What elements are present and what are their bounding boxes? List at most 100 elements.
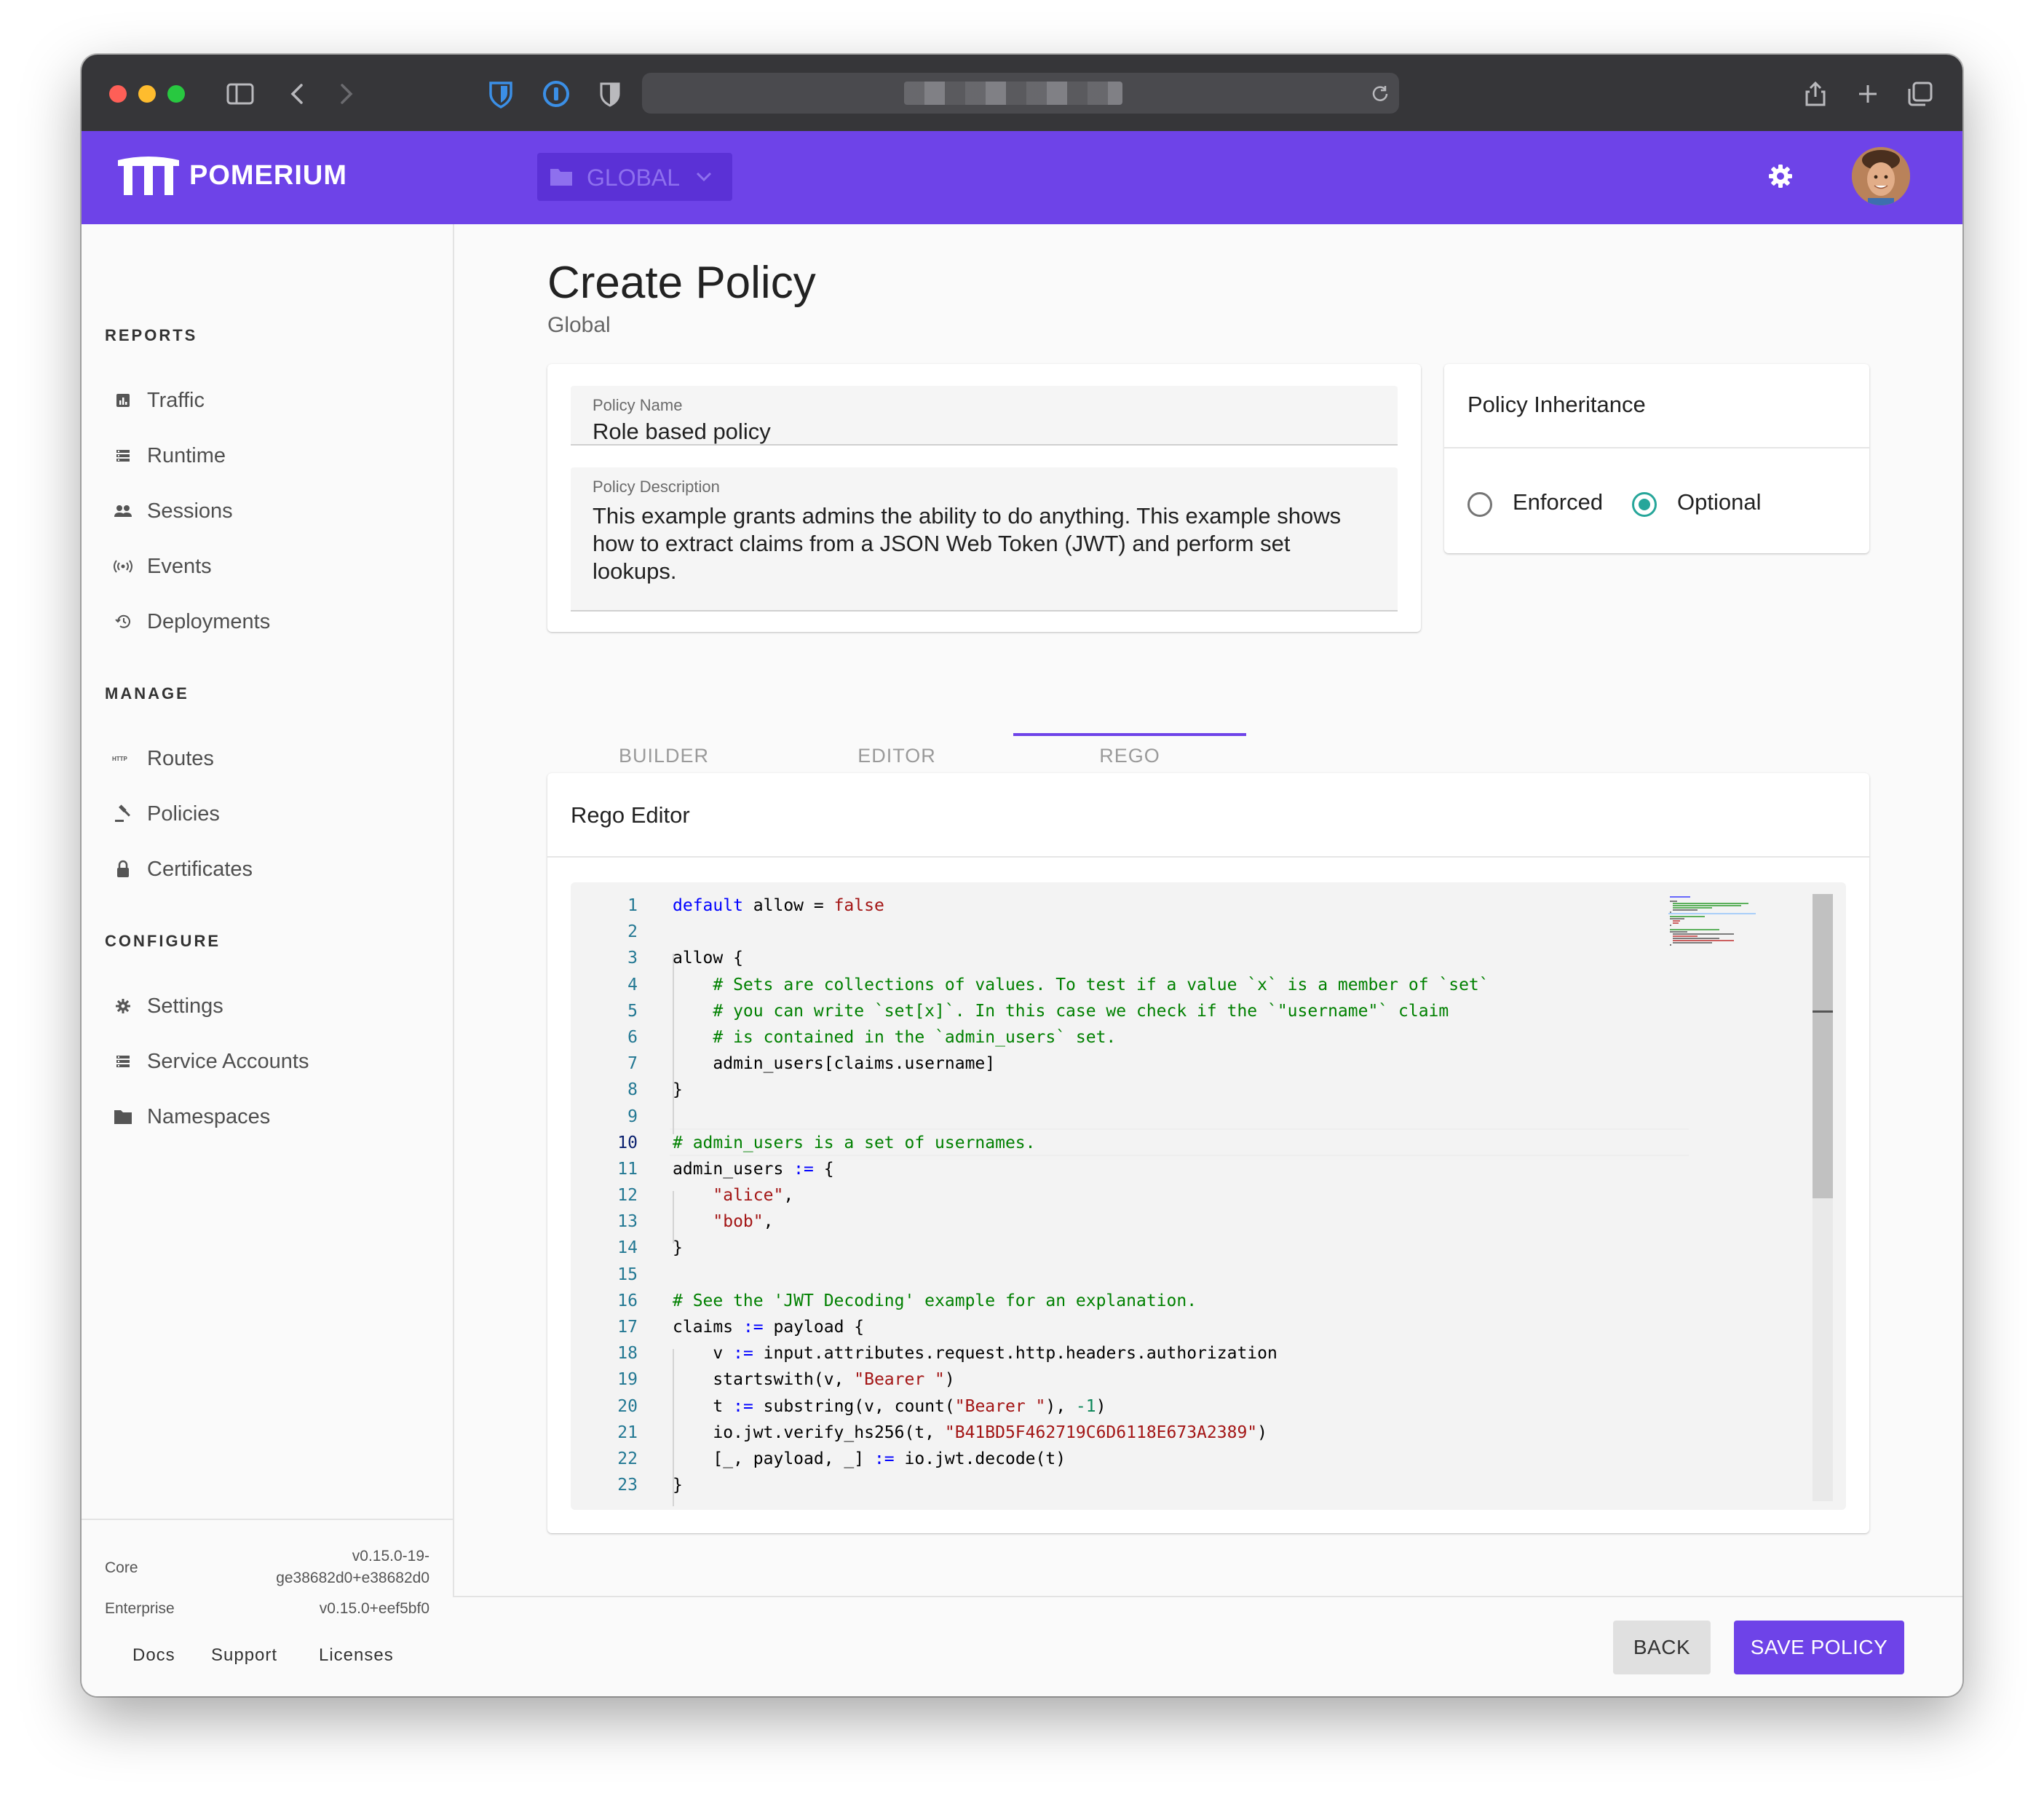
line-number: 9 xyxy=(627,1107,638,1126)
code-line[interactable] xyxy=(673,1262,1692,1288)
forward-arrow-icon[interactable] xyxy=(329,76,364,111)
policy-details-card: Policy Name Role based policy Policy Des… xyxy=(547,364,1421,632)
gavel-icon xyxy=(112,803,134,825)
section-reports: REPORTS xyxy=(105,326,198,344)
nav-item-traffic[interactable]: Traffic xyxy=(112,382,205,419)
back-button[interactable]: BACK xyxy=(1613,1621,1711,1674)
minimize-window-button[interactable] xyxy=(138,85,156,103)
tab-editor[interactable]: EDITOR xyxy=(780,745,1013,767)
nav-label: Policies xyxy=(147,802,220,826)
line-number: 13 xyxy=(617,1212,638,1232)
nav-item-events[interactable]: Events xyxy=(112,548,212,585)
tab-overview-icon[interactable] xyxy=(1903,76,1938,111)
line-numbers: 1 2 3 4 5 6 7 8 9 10 11 12 13 14 15 16 1… xyxy=(571,893,638,1498)
line-number: 6 xyxy=(627,1027,638,1047)
action-bar: BACK SAVE POLICY xyxy=(453,1596,1962,1696)
code-line[interactable]: # admin_users is a set of usernames. xyxy=(673,1130,1692,1156)
reload-icon[interactable] xyxy=(1370,83,1390,103)
code-line[interactable]: admin_users := { xyxy=(673,1156,1692,1182)
code-line[interactable]: admin_users[claims.username] xyxy=(673,1051,1692,1077)
back-arrow-icon[interactable] xyxy=(280,76,314,111)
privacy-shield-icon[interactable] xyxy=(593,76,627,111)
line-number: 1 xyxy=(627,896,638,915)
nav-item-certificates[interactable]: Certificates xyxy=(112,851,253,887)
page-subtitle: Global xyxy=(547,313,611,337)
code-line[interactable] xyxy=(673,919,1692,945)
address-bar[interactable] xyxy=(642,73,1399,114)
rego-editor-card: Rego Editor 1 2 3 4 5 6 7 8 9 10 11 12 1… xyxy=(547,773,1869,1533)
gear-icon xyxy=(112,995,134,1017)
storage-icon xyxy=(112,1051,134,1072)
licenses-link[interactable]: Licenses xyxy=(319,1645,394,1666)
bitwarden-shield-icon[interactable] xyxy=(483,76,518,111)
save-policy-button[interactable]: SAVE POLICY xyxy=(1734,1621,1904,1674)
code-line[interactable]: t := substring(v, count("Bearer "), -1) xyxy=(673,1393,1692,1420)
pomerium-logo-icon xyxy=(118,157,179,195)
code-content[interactable]: default allow = false allow { # Sets are… xyxy=(673,893,1692,1498)
nav-item-deployments[interactable]: Deployments xyxy=(112,604,270,640)
nav-item-routes[interactable]: HTTP Routes xyxy=(112,740,214,777)
nav-item-sessions[interactable]: Sessions xyxy=(112,493,233,529)
sidebar-toggle-icon[interactable] xyxy=(223,76,258,111)
editor-scrollbar-thumb[interactable] xyxy=(1813,894,1833,1198)
enforced-label[interactable]: Enforced xyxy=(1513,489,1603,515)
line-number: 18 xyxy=(617,1344,638,1364)
nav-item-runtime[interactable]: Runtime xyxy=(112,438,226,474)
code-line[interactable]: startswith(v, "Bearer ") xyxy=(673,1366,1692,1393)
line-number: 16 xyxy=(617,1291,638,1310)
close-window-button[interactable] xyxy=(109,85,127,103)
divider xyxy=(547,856,1869,858)
code-minimap[interactable] xyxy=(1668,894,1756,981)
code-editor[interactable]: 1 2 3 4 5 6 7 8 9 10 11 12 13 14 15 16 1… xyxy=(571,882,1846,1510)
zoom-window-button[interactable] xyxy=(167,85,185,103)
tab-builder[interactable]: BUILDER xyxy=(547,745,780,767)
nav-label: Namespaces xyxy=(147,1104,271,1128)
code-line[interactable]: # you can write `set[x]`. In this case w… xyxy=(673,998,1692,1024)
nav-label: Settings xyxy=(147,994,223,1018)
optional-radio[interactable] xyxy=(1632,492,1657,517)
line-number: 19 xyxy=(617,1370,638,1390)
code-line[interactable]: # See the 'JWT Decoding' example for an … xyxy=(673,1288,1692,1314)
namespace-selector[interactable]: GLOBAL xyxy=(537,153,732,201)
line-number: 10 xyxy=(617,1133,638,1152)
code-line[interactable]: allow { xyxy=(673,945,1692,971)
policy-description-field[interactable]: Policy Description This example grants a… xyxy=(571,467,1398,612)
code-line[interactable]: } xyxy=(673,1235,1692,1261)
policy-description-textarea[interactable]: This example grants admins the ability t… xyxy=(593,502,1376,585)
tab-rego[interactable]: REGO xyxy=(1013,745,1246,767)
bar-chart-icon xyxy=(112,389,134,411)
code-line[interactable]: } xyxy=(673,1472,1692,1498)
nav-item-policies[interactable]: Policies xyxy=(112,796,220,832)
code-line[interactable]: io.jwt.verify_hs256(t, "B41BD5F462719C6D… xyxy=(673,1420,1692,1446)
policy-name-field[interactable]: Policy Name Role based policy xyxy=(571,386,1398,446)
scroll-position-marker xyxy=(1813,1010,1833,1013)
line-number: 21 xyxy=(617,1423,638,1442)
nav-item-service-accounts[interactable]: Service Accounts xyxy=(112,1043,309,1080)
nav-item-namespaces[interactable]: Namespaces xyxy=(112,1099,270,1135)
blurred-url xyxy=(904,82,1122,105)
new-tab-icon[interactable] xyxy=(1850,76,1885,111)
docs-link[interactable]: Docs xyxy=(132,1645,175,1666)
code-line[interactable] xyxy=(673,1104,1692,1130)
settings-gear-icon[interactable] xyxy=(1763,159,1798,194)
user-avatar[interactable] xyxy=(1852,147,1910,205)
nav-item-settings[interactable]: Settings xyxy=(112,988,223,1024)
code-line[interactable]: } xyxy=(673,1077,1692,1103)
share-icon[interactable] xyxy=(1798,76,1833,111)
policy-name-input[interactable]: Role based policy xyxy=(593,418,1376,446)
nav-label: Events xyxy=(147,554,212,578)
optional-label[interactable]: Optional xyxy=(1677,489,1761,515)
code-line[interactable]: default allow = false xyxy=(673,893,1692,919)
code-line[interactable]: "alice", xyxy=(673,1182,1692,1208)
code-line[interactable]: v := input.attributes.request.http.heade… xyxy=(673,1340,1692,1366)
code-line[interactable]: claims := payload { xyxy=(673,1314,1692,1340)
namespace-label: GLOBAL xyxy=(587,165,681,191)
code-line[interactable]: # is contained in the `admin_users` set. xyxy=(673,1024,1692,1051)
code-line[interactable]: # Sets are collections of values. To tes… xyxy=(673,972,1692,998)
core-version-line2: ge38682d0+e38682d0 xyxy=(276,1570,429,1586)
code-line[interactable]: "bob", xyxy=(673,1208,1692,1235)
code-line[interactable]: [_, payload, _] := io.jwt.decode(t) xyxy=(673,1446,1692,1472)
enforced-radio[interactable] xyxy=(1467,492,1492,517)
password-manager-icon[interactable] xyxy=(539,76,574,111)
support-link[interactable]: Support xyxy=(211,1645,277,1666)
